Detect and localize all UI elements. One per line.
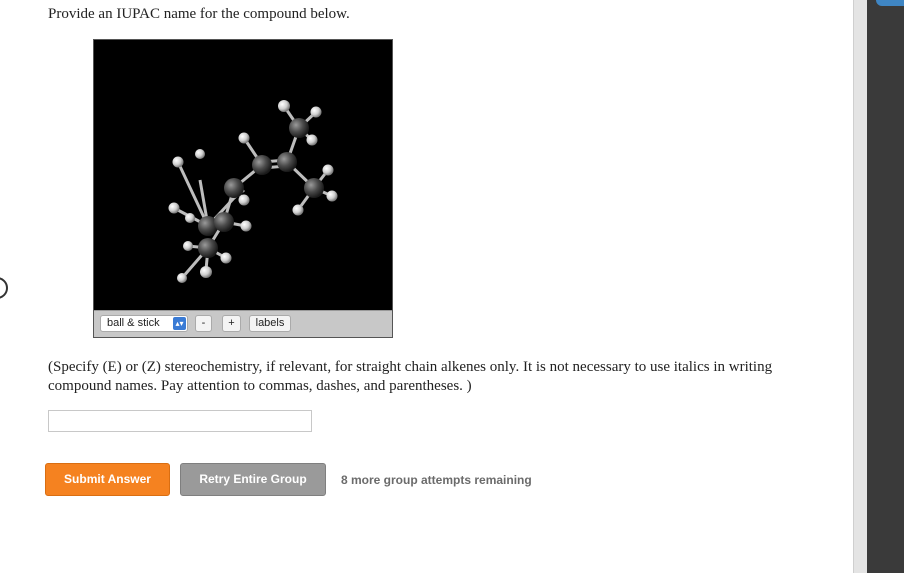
content-border	[853, 0, 868, 573]
answer-input[interactable]	[48, 410, 312, 432]
select-arrows-icon: ▴▾	[173, 317, 186, 330]
page-content: Provide an IUPAC name for the compound b…	[0, 0, 853, 573]
submit-answer-button[interactable]: Submit Answer	[45, 463, 170, 496]
question-prompt: Provide an IUPAC name for the compound b…	[48, 6, 350, 22]
attempts-remaining: 8 more group attempts remaining	[341, 473, 532, 487]
stereochemistry-note: (Specify (E) or (Z) stereochemistry, if …	[48, 359, 773, 394]
display-style-select[interactable]: ball & stick ▴▾	[100, 315, 188, 332]
molecule-render[interactable]	[94, 40, 392, 312]
display-style-value: ball & stick	[107, 317, 160, 329]
zoom-in-button[interactable]: +	[222, 315, 241, 332]
molecule-viewer[interactable]: ball & stick ▴▾ - + labels	[93, 39, 393, 338]
side-panel	[867, 0, 904, 573]
retry-group-button[interactable]: Retry Entire Group	[180, 463, 326, 496]
corner-tab[interactable]	[876, 0, 904, 6]
carbon-atoms	[198, 118, 324, 258]
zoom-out-button[interactable]: -	[195, 315, 212, 332]
viewer-toolbar: ball & stick ▴▾ - + labels	[94, 310, 392, 337]
labels-button[interactable]: labels	[249, 315, 291, 332]
